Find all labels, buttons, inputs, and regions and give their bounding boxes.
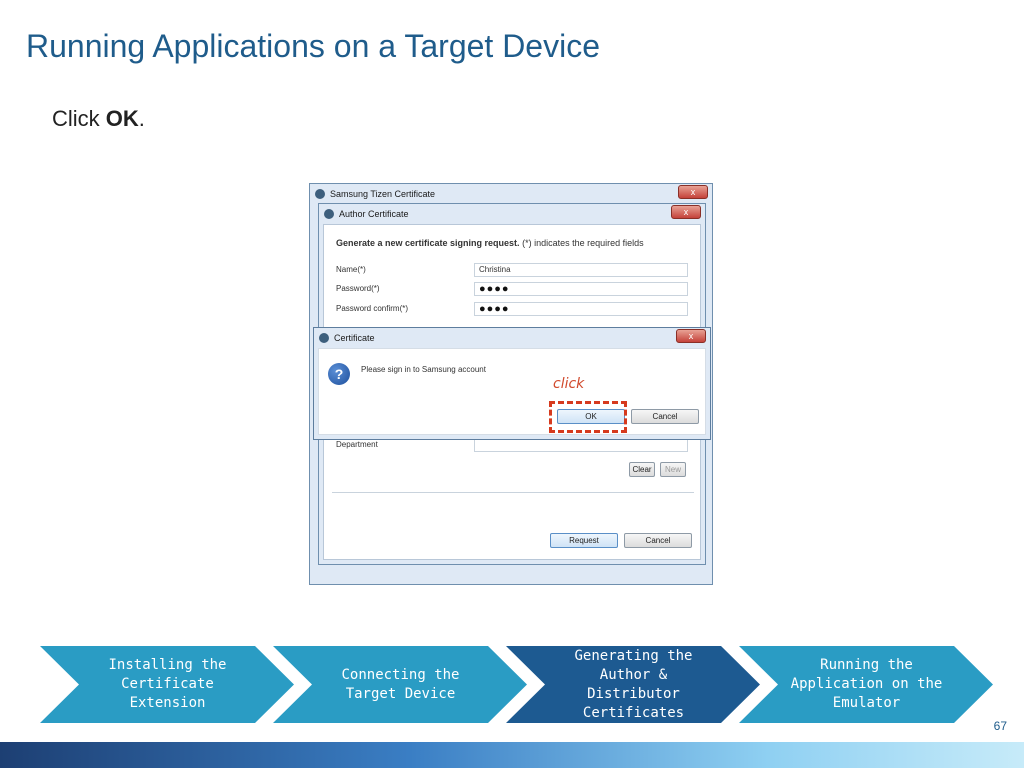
password-confirm-label: Password confirm(*) <box>336 304 409 313</box>
question-icon: ? <box>328 363 350 385</box>
instruction-text: Click OK. <box>52 106 145 132</box>
dialog-message: Please sign in to Samsung account <box>361 365 486 374</box>
certificate-dialog: Certificate x ? Please sign in to Samsun… <box>313 327 711 440</box>
tizen-logo-icon <box>324 209 334 219</box>
department-field[interactable] <box>474 438 688 452</box>
process-step-3: Generating the Author & Distributor Cert… <box>506 646 760 723</box>
form-heading-note: (*) indicates the required fields <box>522 238 644 248</box>
new-button[interactable]: New <box>660 462 686 477</box>
certificate-screenshot: Samsung Tizen Certificate x Author Certi… <box>309 183 713 585</box>
step-3-label: Generating the Author & Distributor Cert… <box>574 647 693 721</box>
name-field[interactable]: Christina <box>474 263 688 277</box>
author-cancel-button[interactable]: Cancel <box>624 533 692 548</box>
process-step-1: Installing the Certificate Extension <box>40 646 294 723</box>
dialog-close-icon[interactable]: x <box>676 329 706 343</box>
step-2-label: Connecting the Target Device <box>341 666 460 702</box>
instruction-prefix: Click <box>52 106 106 131</box>
dialog-title: Certificate <box>334 333 375 343</box>
instruction-ok-word: OK <box>105 106 139 131</box>
outer-window-title: Samsung Tizen Certificate <box>330 189 436 199</box>
dialog-body: ? Please sign in to Samsung account OK C… <box>318 348 706 435</box>
tizen-logo-icon <box>319 333 329 343</box>
author-close-icon[interactable]: x <box>671 205 701 219</box>
click-annotation: click <box>553 376 585 392</box>
footer-gradient-bar <box>0 742 1024 768</box>
step-4-label: Running the Application on the Emulator <box>790 657 943 711</box>
step-1-label: Installing the Certificate Extension <box>108 657 227 711</box>
password-label: Password(*) <box>336 284 380 293</box>
author-window-titlebar: Author Certificate <box>319 204 705 224</box>
request-button[interactable]: Request <box>550 533 618 548</box>
ok-highlight-box <box>549 401 627 433</box>
name-label: Name(*) <box>336 265 366 274</box>
form-heading-bold: Generate a new certificate signing reque… <box>336 238 520 248</box>
password-field[interactable]: ●●●● <box>474 282 688 296</box>
page-number: 67 <box>993 719 1007 733</box>
dialog-titlebar: Certificate <box>314 328 710 348</box>
author-window-title: Author Certificate <box>339 209 409 219</box>
clear-button[interactable]: Clear <box>629 462 655 477</box>
process-step-4: Running the Application on the Emulator <box>739 646 993 723</box>
password-confirm-field[interactable]: ●●●● <box>474 302 688 316</box>
process-step-2: Connecting the Target Device <box>273 646 527 723</box>
instruction-suffix: . <box>138 106 145 131</box>
dialog-cancel-button[interactable]: Cancel <box>631 409 699 424</box>
outer-window-titlebar: Samsung Tizen Certificate <box>310 184 712 204</box>
form-divider <box>332 492 694 493</box>
slide-title: Running Applications on a Target Device <box>26 28 600 64</box>
form-heading: Generate a new certificate signing reque… <box>336 238 644 248</box>
tizen-logo-icon <box>315 189 325 199</box>
outer-close-icon[interactable]: x <box>678 185 708 199</box>
department-label: Department <box>336 440 378 449</box>
